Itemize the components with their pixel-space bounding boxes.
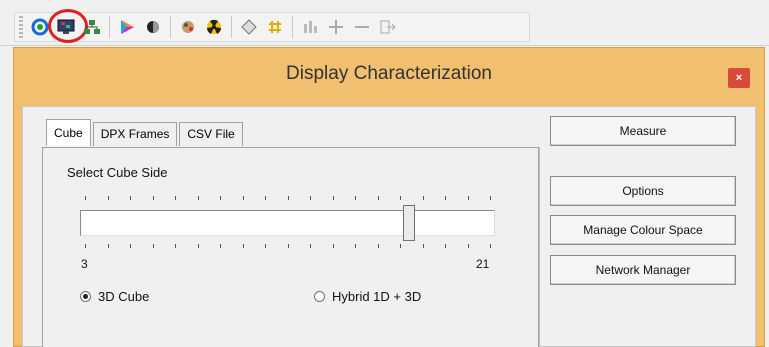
slider-tick [467,196,469,200]
slider-ticks-bottom [85,244,491,250]
dialog-titlebar[interactable]: Display Characterization × [14,48,764,104]
cube-side-slider-thumb[interactable] [403,205,415,241]
dialog-title: Display Characterization [286,63,492,84]
toolbar-strip [14,9,530,43]
slider-tick [400,196,401,200]
bar-chart-icon[interactable] [297,14,323,40]
slider-tick [310,196,311,200]
measure-button[interactable]: Measure [550,116,736,146]
slider-tick [107,196,109,200]
slider-tick [355,196,356,200]
slider-tick [107,244,109,248]
toolbar-grip[interactable] [19,16,23,38]
grid-icon[interactable] [262,14,288,40]
slider-tick [287,244,289,248]
radio-3d-cube[interactable]: 3D Cube [80,289,149,304]
slider-tick [85,244,86,248]
contrast-icon[interactable] [140,14,166,40]
slider-tick [332,196,334,200]
tab-dpx-frames[interactable]: DPX Frames [92,122,178,146]
slider-tick [377,244,379,248]
toolbar-separator [170,16,171,38]
hierarchy-icon[interactable] [79,14,105,40]
slider-tick [220,196,221,200]
slider-tick [310,244,311,248]
radio-3d-cube-label: 3D Cube [98,289,150,304]
slider-ticks-top [85,196,491,202]
slider-tick [197,244,199,248]
slider-tick [355,244,356,248]
display-monitor-icon[interactable] [48,9,88,43]
slider-tick [242,196,244,200]
plus-icon[interactable] [323,14,349,40]
slider-min-label: 3 [81,257,88,271]
radio-indicator-selected [80,291,91,302]
tab-csv-file[interactable]: CSV File [179,122,243,146]
slider-tick [175,244,176,248]
slider-tick [242,244,244,248]
slider-tick [265,244,266,248]
slider-tick [152,244,154,248]
toolbar-separator [231,16,232,38]
gamut-icon[interactable] [175,14,201,40]
radio-hybrid-label: Hybrid 1D + 3D [332,289,422,304]
cube-side-slider-track[interactable] [80,210,495,236]
radio-hybrid[interactable]: Hybrid 1D + 3D [314,289,421,304]
color-triangle-icon[interactable] [114,14,140,40]
toolbar-separator [292,16,293,38]
tab-strip: Cube DPX Frames CSV File [46,119,245,146]
export-icon[interactable] [375,14,401,40]
diamond-icon[interactable] [236,14,262,40]
network-manager-button[interactable]: Network Manager [550,255,736,285]
select-cube-side-label: Select Cube Side [67,165,168,180]
slider-tick [197,196,199,200]
toolbar [0,0,769,46]
slider-tick [220,244,221,248]
radio-indicator [314,291,325,302]
slider-tick [490,196,491,200]
slider-tick [467,244,469,248]
radiation-icon[interactable] [201,14,227,40]
toolbar-separator [109,16,110,38]
slider-tick [85,196,86,200]
slider-tick [445,196,446,200]
slider-tick [287,196,289,200]
manage-colour-space-button[interactable]: Manage Colour Space [550,215,736,245]
close-button[interactable]: × [728,68,750,88]
slider-tick [445,244,446,248]
slider-tick [422,196,424,200]
slider-tick [377,196,379,200]
minus-icon[interactable] [349,14,375,40]
slider-tick [152,196,154,200]
slider-tick [422,244,424,248]
slider-tick [490,244,491,248]
slider-tick [265,196,266,200]
slider-tick [332,244,334,248]
slider-tick [130,196,131,200]
slider-tick [175,196,176,200]
options-button[interactable]: Options [550,176,736,206]
slider-max-label: 21 [476,257,490,271]
tab-cube[interactable]: Cube [46,119,91,146]
panel-divider [539,147,540,347]
slider-tick [400,244,401,248]
slider-tick [130,244,131,248]
